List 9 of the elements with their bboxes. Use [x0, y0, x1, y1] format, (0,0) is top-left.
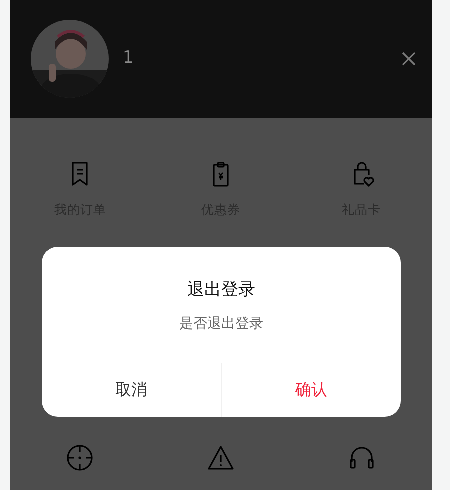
cancel-button[interactable]: 取消 [42, 363, 221, 417]
dialog-title: 退出登录 [186, 279, 256, 302]
warning-icon[interactable] [206, 444, 235, 472]
username: 1 [123, 47, 134, 70]
close-icon[interactable] [402, 52, 416, 66]
dialog-message: 是否退出登录 [178, 315, 264, 334]
confirm-button[interactable]: 确认 [221, 363, 401, 417]
crosshair-icon[interactable] [66, 444, 94, 472]
headset-icon[interactable] [348, 444, 376, 472]
